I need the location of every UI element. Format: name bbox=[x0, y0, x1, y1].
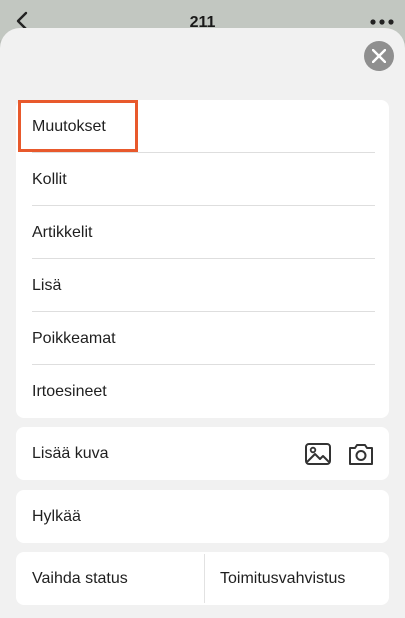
menu-item-poikkeamat[interactable]: Poikkeamat bbox=[16, 312, 389, 365]
bottom-actions-card: Vaihda status Toimitusvahvistus bbox=[16, 552, 389, 605]
change-status-button[interactable]: Vaihda status bbox=[16, 552, 204, 605]
menu-item-label: Poikkeamat bbox=[32, 330, 116, 347]
close-icon bbox=[372, 49, 386, 63]
image-gallery-icon[interactable] bbox=[303, 439, 333, 469]
delivery-confirmation-button[interactable]: Toimitusvahvistus bbox=[204, 552, 389, 605]
menu-card: Muutokset Kollit Artikkelit Lisä Poikkea… bbox=[16, 100, 389, 418]
menu-item-muutokset[interactable]: Muutokset bbox=[16, 100, 389, 153]
reject-card: Hylkää bbox=[16, 490, 389, 543]
menu-item-label: Irtoesineet bbox=[32, 383, 107, 400]
menu-item-label: Kollit bbox=[32, 171, 67, 188]
bottom-sheet: Muutokset Kollit Artikkelit Lisä Poikkea… bbox=[0, 28, 405, 618]
more-options-icon[interactable] bbox=[369, 18, 395, 26]
reject-button[interactable]: Hylkää bbox=[32, 490, 81, 543]
camera-icon[interactable] bbox=[346, 439, 376, 469]
menu-item-lisa[interactable]: Lisä bbox=[16, 259, 389, 312]
menu-item-label: Muutokset bbox=[32, 118, 106, 135]
menu-item-irtoesineet[interactable]: Irtoesineet bbox=[16, 365, 389, 418]
add-photo-label: Lisää kuva bbox=[32, 445, 109, 462]
menu-item-label: Artikkelit bbox=[32, 224, 93, 241]
menu-item-kollit[interactable]: Kollit bbox=[16, 153, 389, 206]
menu-item-artikkelit[interactable]: Artikkelit bbox=[16, 206, 389, 259]
close-button[interactable] bbox=[364, 41, 394, 71]
add-photo-card: Lisää kuva bbox=[16, 427, 389, 480]
menu-item-label: Lisä bbox=[32, 277, 62, 294]
